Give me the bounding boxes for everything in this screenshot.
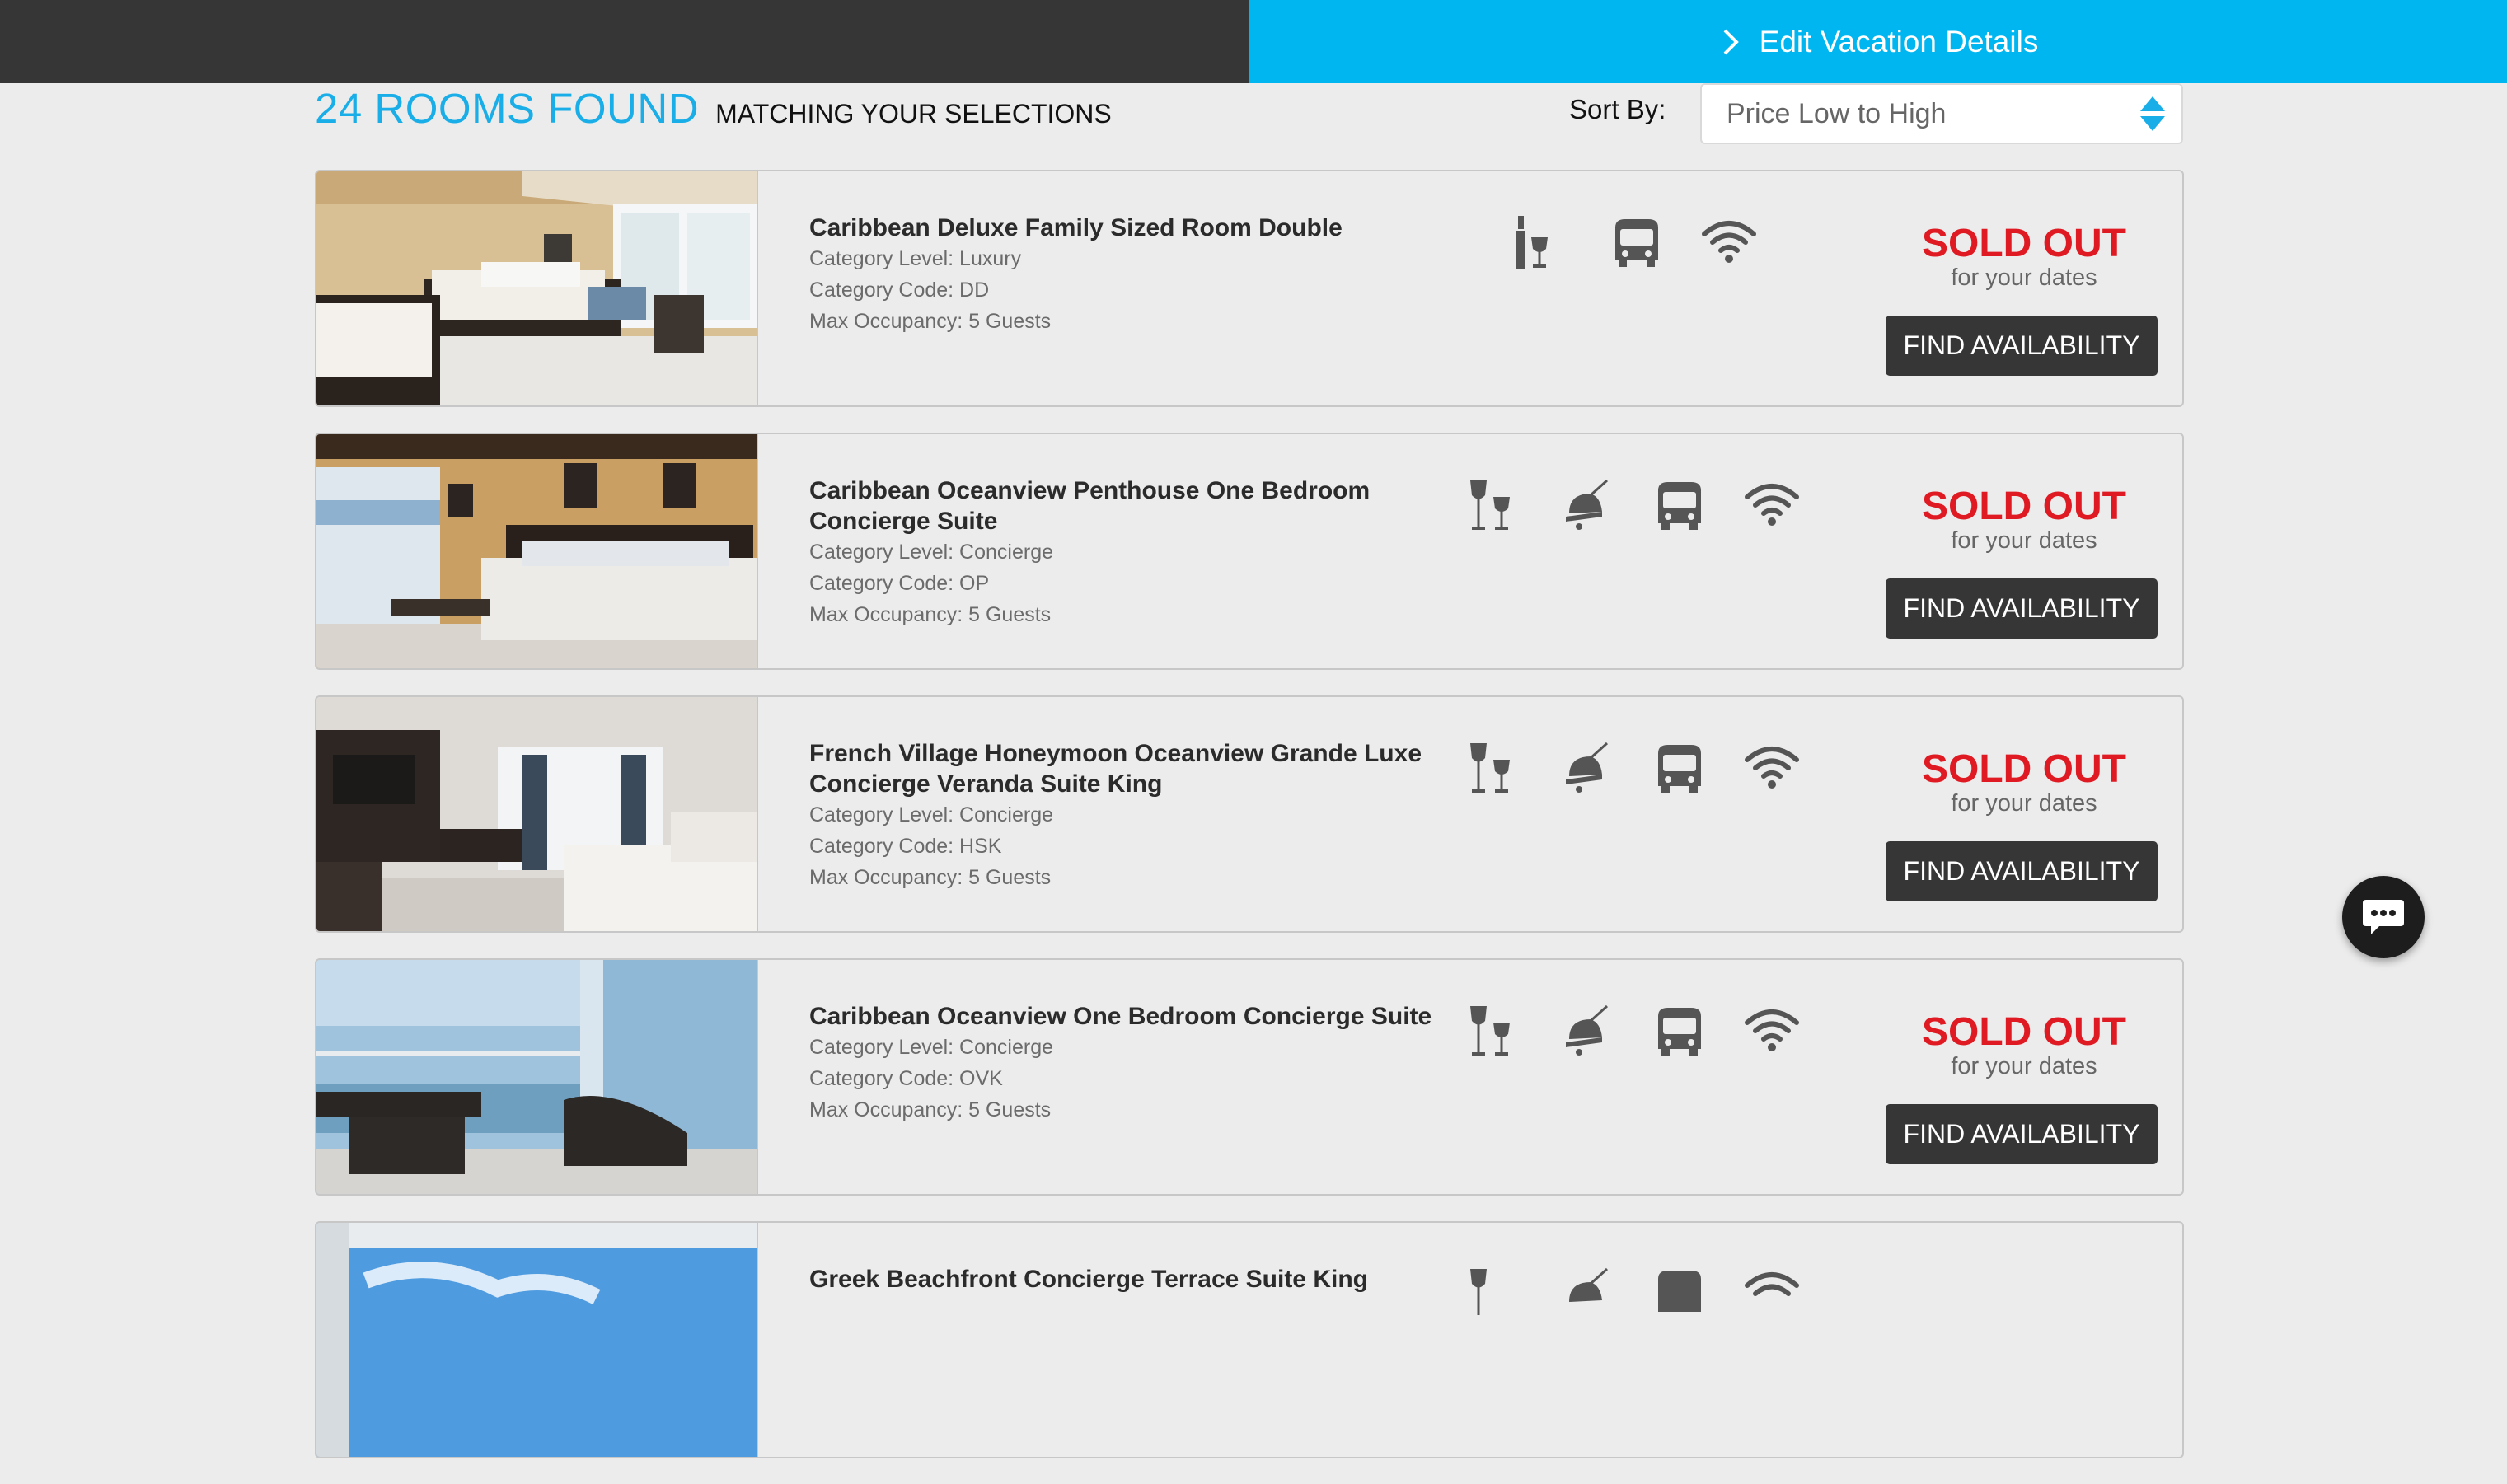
chevron-right-icon — [1723, 29, 1739, 54]
room-info: French Village Honeymoon Oceanview Grand… — [809, 738, 1436, 893]
room-name[interactable]: Caribbean Oceanview Penthouse One Bedroo… — [809, 475, 1436, 536]
edit-vacation-details-button[interactable]: Edit Vacation Details — [1249, 0, 2507, 83]
wifi-icon — [1745, 747, 1799, 789]
room-photo[interactable] — [316, 1223, 758, 1457]
room-max-occupancy: Max Occupancy: 5 Guests — [809, 1098, 1052, 1121]
sort-by-label: Sort By: — [1569, 94, 1666, 124]
room-name[interactable]: Caribbean Deluxe Family Sized Room Doubl… — [809, 213, 1436, 243]
find-availability-button[interactable]: FIND AVAILABILITY — [1886, 1104, 2158, 1164]
sort-selected-value: Price Low to High — [1727, 97, 1947, 129]
wine-glasses-icon — [1470, 1006, 1510, 1056]
shuttle-bus-icon — [1658, 745, 1701, 793]
room-info: Caribbean Oceanview Penthouse One Bedroo… — [809, 475, 1436, 630]
room-category-code: Category Code: OVK — [809, 1067, 1003, 1090]
results-heading: 24 ROOMS FOUND MATCHING YOUR SELECTIONS — [315, 84, 1112, 137]
chat-button[interactable] — [2342, 876, 2425, 958]
room-photo[interactable] — [316, 960, 758, 1194]
room-photo[interactable] — [316, 171, 758, 405]
sort-by-select[interactable]: Price Low to High — [1700, 83, 2183, 144]
room-card: Greek Beachfront Concierge Terrace Suite… — [315, 1221, 2184, 1458]
room-amenities — [1510, 213, 1792, 272]
find-availability-button[interactable]: FIND AVAILABILITY — [1886, 316, 2158, 376]
availability-status: SOLD OUT for your dates — [1887, 485, 2161, 554]
room-card: Caribbean Deluxe Family Sized Room Doubl… — [315, 170, 2184, 407]
room-card: French Village Honeymoon Oceanview Grand… — [315, 695, 2184, 933]
concierge-bell-icon — [1566, 742, 1609, 793]
room-name[interactable]: French Village Honeymoon Oceanview Grand… — [809, 738, 1436, 799]
shuttle-bus-icon — [1658, 482, 1701, 530]
room-amenities — [1465, 1264, 1835, 1323]
room-category-level: Category Level: Concierge — [809, 1036, 1053, 1059]
room-name[interactable]: Greek Beachfront Concierge Terrace Suite… — [809, 1264, 1436, 1294]
concierge-bell-icon — [1566, 1004, 1609, 1056]
find-availability-button[interactable]: FIND AVAILABILITY — [1886, 841, 2158, 901]
for-your-dates-label: for your dates — [1951, 527, 2097, 554]
room-photo[interactable] — [316, 434, 758, 668]
concierge-bell-icon — [1569, 1267, 1609, 1302]
room-card: Caribbean Oceanview Penthouse One Bedroo… — [315, 433, 2184, 670]
wine-bottle-icon — [1516, 216, 1548, 269]
wine-glasses-icon — [1470, 480, 1510, 530]
room-category-level: Category Level: Concierge — [809, 541, 1053, 564]
shuttle-bus-icon — [1658, 1008, 1701, 1056]
room-category-code: Category Code: DD — [809, 279, 990, 302]
room-info: Caribbean Deluxe Family Sized Room Doubl… — [809, 213, 1436, 337]
room-card: Caribbean Oceanview One Bedroom Concierg… — [315, 958, 2184, 1196]
wine-glasses-icon — [1470, 743, 1510, 793]
room-amenities — [1465, 475, 1835, 535]
sold-out-label: SOLD OUT — [1922, 485, 2126, 528]
room-info: Caribbean Oceanview One Bedroom Concierg… — [809, 1001, 1436, 1126]
shuttle-bus-icon — [1615, 219, 1658, 267]
for-your-dates-label: for your dates — [1951, 1053, 2097, 1079]
room-amenities — [1465, 738, 1835, 798]
room-category-code: Category Code: OP — [809, 572, 990, 595]
chat-bubble-icon — [2363, 900, 2404, 934]
room-list: Caribbean Deluxe Family Sized Room Doubl… — [315, 170, 2184, 1484]
select-arrows-icon — [2140, 96, 2165, 131]
room-name[interactable]: Caribbean Oceanview One Bedroom Concierg… — [809, 1001, 1436, 1032]
room-max-occupancy: Max Occupancy: 5 Guests — [809, 866, 1052, 889]
wine-glasses-icon — [1470, 1269, 1487, 1315]
availability-status: SOLD OUT for your dates — [1887, 1011, 2161, 1079]
availability-status: SOLD OUT for your dates — [1887, 222, 2161, 291]
sold-out-label: SOLD OUT — [1922, 747, 2126, 791]
rooms-found-count: 24 ROOMS FOUND — [315, 85, 700, 132]
wifi-icon — [1745, 1009, 1799, 1051]
matching-selections-text: MATCHING YOUR SELECTIONS — [715, 99, 1112, 129]
edit-vacation-details-label: Edit Vacation Details — [1759, 24, 2039, 59]
wifi-icon — [1745, 1272, 1799, 1296]
room-info: Greek Beachfront Concierge Terrace Suite… — [809, 1264, 1436, 1294]
sold-out-label: SOLD OUT — [1922, 222, 2126, 265]
wifi-icon — [1745, 484, 1799, 526]
availability-status: SOLD OUT for your dates — [1887, 747, 2161, 817]
concierge-bell-icon — [1566, 479, 1609, 530]
find-availability-button[interactable]: FIND AVAILABILITY — [1886, 578, 2158, 639]
shuttle-bus-icon — [1658, 1271, 1701, 1312]
room-category-level: Category Level: Luxury — [809, 247, 1022, 270]
room-max-occupancy: Max Occupancy: 5 Guests — [809, 603, 1052, 626]
room-amenities — [1465, 1001, 1835, 1060]
wifi-icon — [1702, 221, 1756, 263]
for-your-dates-label: for your dates — [1951, 790, 2097, 817]
room-category-level: Category Level: Concierge — [809, 803, 1053, 826]
room-max-occupancy: Max Occupancy: 5 Guests — [809, 310, 1052, 333]
room-category-code: Category Code: HSK — [809, 835, 1002, 858]
for-your-dates-label: for your dates — [1951, 264, 2097, 291]
sold-out-label: SOLD OUT — [1922, 1010, 2126, 1054]
room-photo[interactable] — [316, 697, 758, 931]
